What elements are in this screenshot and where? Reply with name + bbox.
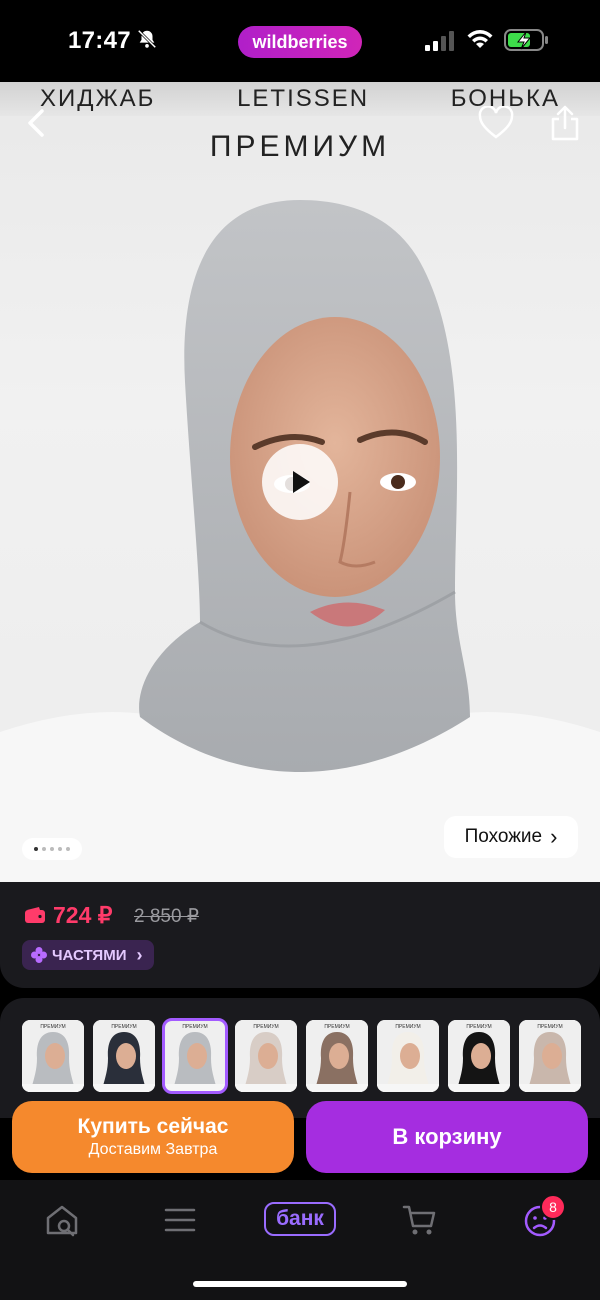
tab-bank[interactable]: банк xyxy=(264,1202,336,1236)
variant-thumbnail[interactable]: ПРЕМИУМ xyxy=(377,1020,439,1092)
thumbnail-caption: ПРЕМИУМ xyxy=(324,1024,350,1030)
status-bar: 17:47 wildberries xyxy=(0,0,600,82)
thumbnail-photo xyxy=(448,1020,510,1092)
home-search-icon xyxy=(46,1205,78,1237)
product-gallery[interactable]: ХИДЖАБ LETISSEN БОНЬКА ПРЕМИУМ Похожие › xyxy=(0,82,600,882)
buy-now-label: Купить сейчас xyxy=(77,1115,229,1138)
add-to-cart-label: В корзину xyxy=(392,1124,502,1149)
thumbnail-caption: ПРЕМИУМ xyxy=(253,1024,279,1030)
variant-thumbnail[interactable]: ПРЕМИУМ xyxy=(235,1020,297,1092)
favorite-button[interactable] xyxy=(478,105,514,140)
home-indicator xyxy=(193,1281,407,1287)
share-icon xyxy=(551,105,579,141)
thumbnail-caption: ПРЕМИУМ xyxy=(395,1024,421,1030)
cart-icon xyxy=(402,1205,436,1235)
variant-thumbnail[interactable]: ПРЕМИУМ xyxy=(519,1020,581,1092)
old-price: 2 850 ₽ xyxy=(134,906,199,927)
menu-icon xyxy=(164,1208,196,1232)
cellular-signal-icon xyxy=(425,31,454,51)
chevron-left-icon xyxy=(28,109,44,137)
wallet-icon xyxy=(25,907,45,923)
thumbnail-caption: ПРЕМИУМ xyxy=(40,1024,66,1030)
color-variants: ПРЕМИУМ ПРЕМИУМ ПРЕМИУМ ПРЕМИУМ ПРЕМИУМ ПРЕМИ… xyxy=(0,998,600,1118)
pagination-dot xyxy=(66,847,70,851)
variant-thumbnail[interactable]: ПРЕМИУМ xyxy=(448,1020,510,1092)
thumbnail-photo xyxy=(22,1020,84,1092)
thumbnail-photo xyxy=(519,1020,581,1092)
thumbnail-caption: ПРЕМИУМ xyxy=(466,1024,492,1030)
tab-cart[interactable] xyxy=(400,1200,440,1240)
thumbnail-photo xyxy=(93,1020,155,1092)
price-section: 724 ₽ 2 850 ₽ ЧАСТЯМИ › xyxy=(0,882,600,988)
pagination-dot xyxy=(42,847,46,851)
thumbnail-photo xyxy=(377,1020,439,1092)
status-time: 17:47 xyxy=(68,27,131,54)
product-photo xyxy=(0,200,600,882)
buy-now-button[interactable]: Купить сейчас Доставим Завтра xyxy=(12,1101,294,1173)
delivery-label: Доставим Завтра xyxy=(88,1141,218,1158)
battery-charging-icon xyxy=(504,29,548,51)
thumbnail-caption: ПРЕМИУМ xyxy=(182,1024,208,1030)
thumbnail-photo xyxy=(306,1020,368,1092)
wildberries-logo: wildberries xyxy=(238,26,362,58)
pagination-dot xyxy=(50,847,54,851)
thumbnail-caption: ПРЕМИУМ xyxy=(111,1024,137,1030)
chevron-right-icon: › xyxy=(136,944,143,965)
variant-thumbnail[interactable]: ПРЕМИУМ xyxy=(22,1020,84,1092)
gallery-pagination xyxy=(22,838,82,860)
play-video-button[interactable] xyxy=(262,444,338,520)
variant-thumbnail[interactable]: ПРЕМИУМ xyxy=(162,1018,228,1094)
banner-word: ХИДЖАБ xyxy=(40,85,156,112)
similar-label: Похожие xyxy=(464,826,543,847)
banner-word: LETISSEN xyxy=(237,85,370,112)
share-button[interactable] xyxy=(548,104,582,142)
variant-thumbnail[interactable]: ПРЕМИУМ xyxy=(306,1020,368,1092)
back-button[interactable] xyxy=(20,106,54,140)
play-icon xyxy=(293,471,310,493)
tab-home[interactable] xyxy=(42,1200,82,1240)
add-to-cart-button[interactable]: В корзину xyxy=(306,1101,588,1173)
installments-icon xyxy=(31,947,47,963)
heart-icon xyxy=(478,105,514,139)
thumbnail-strip: ПРЕМИУМ ПРЕМИУМ ПРЕМИУМ ПРЕМИУМ ПРЕМИУМ ПРЕМИ… xyxy=(22,1018,581,1094)
current-price: 724 ₽ xyxy=(53,902,113,928)
installments-button[interactable]: ЧАСТЯМИ › xyxy=(22,940,155,970)
wifi-icon xyxy=(467,30,493,48)
similar-button[interactable]: Похожие › xyxy=(444,816,578,858)
pagination-dot xyxy=(58,847,62,851)
tab-catalog[interactable] xyxy=(160,1200,200,1240)
installments-label: ЧАСТЯМИ xyxy=(52,946,127,964)
thumbnail-photo xyxy=(235,1020,297,1092)
thumbnail-photo xyxy=(164,1020,226,1092)
pagination-dot xyxy=(34,847,38,851)
variant-thumbnail[interactable]: ПРЕМИУМ xyxy=(93,1020,155,1092)
bell-muted-icon xyxy=(137,29,157,49)
thumbnail-caption: ПРЕМИУМ xyxy=(537,1024,563,1030)
chevron-right-icon: › xyxy=(550,824,558,849)
notification-badge: 8 xyxy=(540,1194,566,1220)
